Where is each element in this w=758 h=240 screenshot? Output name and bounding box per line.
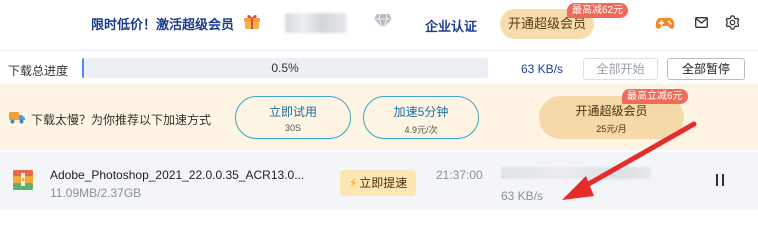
start-all-button[interactable]: 全部开始	[583, 58, 658, 80]
speedup-5min-button[interactable]: 加速5分钟 4.9元/次	[363, 96, 479, 139]
try-now-duration: 30S	[284, 123, 301, 133]
try-now-label: 立即试用	[268, 105, 317, 119]
vip-discount-badge: 最高减62元	[567, 3, 629, 18]
vip-promo-link[interactable]: 限时低价！激活超级会员	[91, 14, 234, 33]
boost-now-button[interactable]: ⚡ 立即提速	[340, 170, 416, 196]
overall-speed: 63 KB/s	[521, 62, 564, 76]
remaining-time: 21:37:00	[436, 168, 483, 182]
boost-now-label: 立即提速	[359, 176, 408, 190]
mail-icon[interactable]	[695, 17, 708, 28]
overall-progress-bar: 0.5%	[82, 58, 488, 78]
speedup-suggestion-banner: 下载太慢？为你推荐以下加速方式 立即试用 30S 加速5分钟 4.9元/次 开通…	[0, 84, 758, 150]
open-vip-monthly-price: 25元/月	[596, 124, 627, 134]
game-controller-icon[interactable]	[655, 15, 675, 31]
gift-icon[interactable]	[243, 12, 261, 30]
pause-icon[interactable]	[715, 174, 725, 186]
overall-progress-label: 下载总进度	[8, 64, 69, 78]
vip-monthly-discount-badge: 最高立减6元	[622, 89, 688, 104]
archive-file-icon	[13, 170, 33, 190]
pause-all-button[interactable]: 全部暂停	[667, 58, 745, 80]
try-now-button[interactable]: 立即试用 30S	[235, 96, 351, 139]
download-task-row[interactable]: Adobe_Photoshop_2021_22.0.0.35_ACR13.0..…	[0, 152, 758, 210]
top-bar: 限时低价！激活超级会员 企业认证 开通超级会员 最高减62元	[0, 0, 758, 50]
speedup-5min-label: 加速5分钟	[393, 105, 449, 119]
overall-progress-row: 下载总进度 0.5% 63 KB/s 全部开始 全部暂停	[0, 50, 758, 84]
task-speed: 63 KB/s	[501, 189, 544, 203]
task-status-blurred	[501, 167, 651, 179]
file-size-progress: 11.09MB/2.37GB	[50, 186, 142, 200]
truck-icon	[9, 112, 25, 124]
settings-icon[interactable]	[725, 15, 740, 30]
lightning-icon: ⚡	[348, 176, 358, 190]
diamond-icon[interactable]	[373, 13, 393, 29]
user-name-blurred[interactable]	[285, 13, 347, 33]
banner-message: 下载太慢？为你推荐以下加速方式	[31, 113, 212, 127]
overall-progress-percent: 0.5%	[271, 61, 299, 75]
enterprise-verify-link[interactable]: 企业认证	[425, 16, 477, 35]
speedup-5min-price: 4.9元/次	[404, 125, 438, 135]
file-name[interactable]: Adobe_Photoshop_2021_22.0.0.35_ACR13.0..…	[50, 168, 304, 182]
